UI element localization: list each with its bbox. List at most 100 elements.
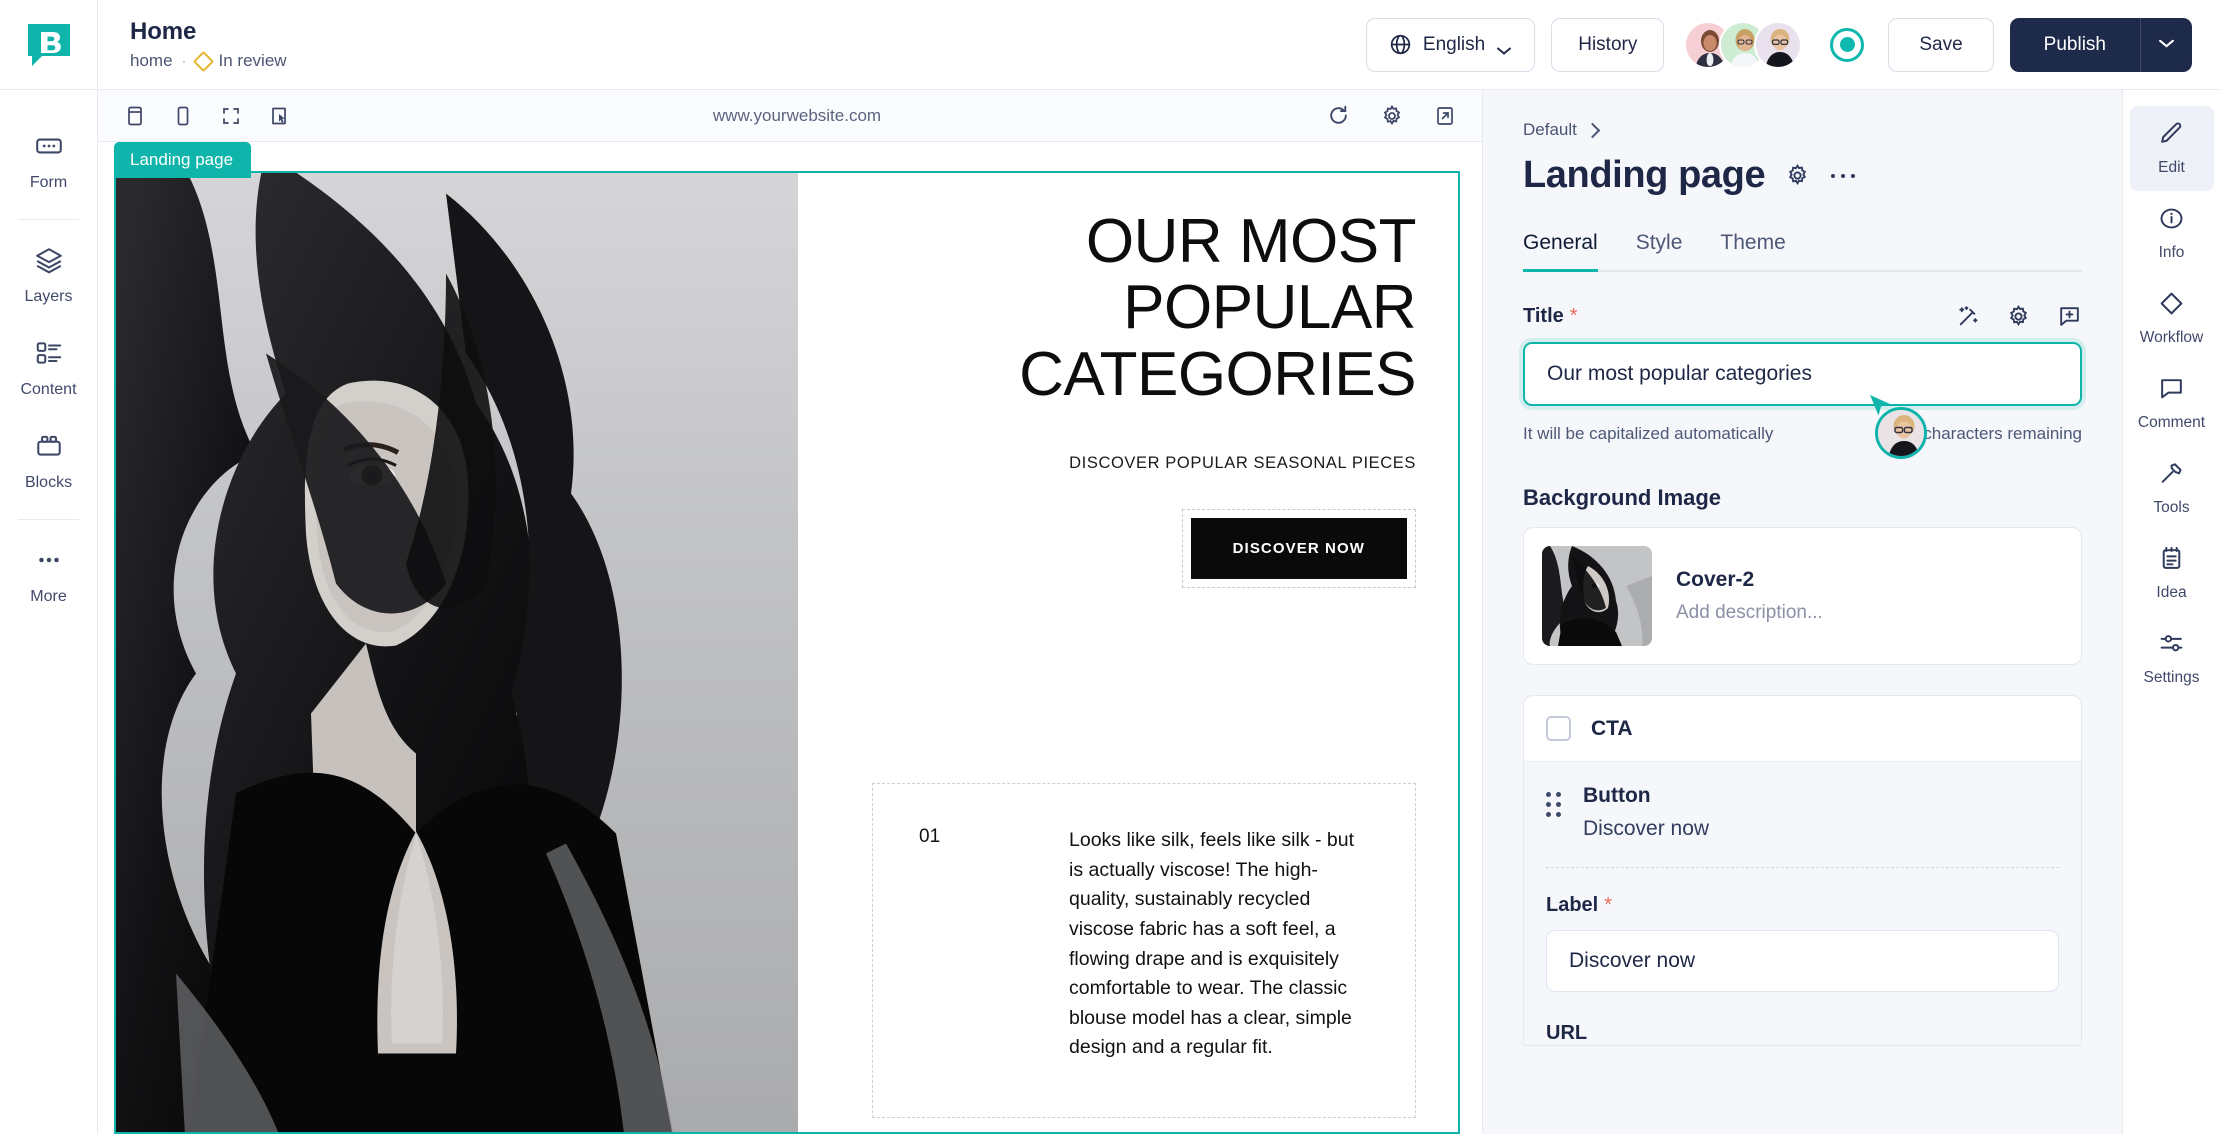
title-field-header: Title * xyxy=(1523,304,2082,329)
hero-kicker[interactable]: DISCOVER POPULAR SEASONAL PIECES xyxy=(872,454,1416,473)
title-field-icons xyxy=(1955,304,2082,329)
preview-toolbar: www.yourwebsite.com xyxy=(98,90,1482,142)
background-image-thumbnail[interactable] xyxy=(1542,546,1652,646)
rail-item-label: Comment xyxy=(2138,414,2205,432)
page-title: Home xyxy=(130,18,1366,47)
sliders-icon xyxy=(2158,630,2185,662)
selected-block-badge: Landing page xyxy=(114,142,251,178)
background-image-heading: Background Image xyxy=(1523,485,2082,511)
avatar[interactable] xyxy=(1754,21,1802,69)
cta-section-header[interactable]: CTA xyxy=(1524,696,2081,762)
form-icon xyxy=(34,131,64,166)
label-field-label: Label xyxy=(1546,894,1598,917)
save-label: Save xyxy=(1919,34,1962,56)
top-header: Home home · In review English xyxy=(0,0,2220,90)
right-tool-rail: Edit Info Workflow xyxy=(2122,90,2220,1134)
collaborator-cursor-icon xyxy=(1867,393,1895,426)
left-sidebar: Form Layers xyxy=(0,90,98,1134)
label-field-header: Label * xyxy=(1546,894,2059,917)
gear-icon[interactable] xyxy=(2006,304,2031,329)
discover-now-button[interactable]: DISCOVER NOW xyxy=(1191,518,1407,579)
hero-headline[interactable]: OUR MOST POPULAR CATEGORIES xyxy=(872,209,1416,408)
cta-checkbox[interactable] xyxy=(1546,716,1571,741)
hero-content: OUR MOST POPULAR CATEGORIES DISCOVER POP… xyxy=(798,173,1458,1134)
cta-section: CTA Button Discover now Label * Disc xyxy=(1523,695,2082,1046)
title-input[interactable]: Our most popular categories xyxy=(1523,342,2082,406)
b-speech-bubble-logo-icon xyxy=(26,22,72,68)
save-button[interactable]: Save xyxy=(1888,18,1993,72)
feature-text: Looks like silk, feels like silk - but i… xyxy=(1069,826,1369,1063)
tab-theme[interactable]: Theme xyxy=(1720,231,1785,270)
blocks-icon xyxy=(34,431,64,466)
background-image-card[interactable]: Cover-2 Add description... xyxy=(1523,527,2082,665)
language-selector[interactable]: English xyxy=(1366,18,1535,72)
rail-item-tools[interactable]: Tools xyxy=(2130,446,2214,531)
divider xyxy=(18,519,79,520)
app-window: Home home · In review English xyxy=(0,0,2220,1134)
rail-item-idea[interactable]: Idea xyxy=(2130,531,2214,616)
rail-item-settings[interactable]: Settings xyxy=(2130,616,2214,701)
background-image-meta: Cover-2 Add description... xyxy=(1676,546,1823,624)
sidebar-item-more[interactable]: More xyxy=(0,530,97,623)
cta-item-value: Discover now xyxy=(1583,817,1709,841)
feature-block[interactable]: 01 Looks like silk, feels like silk - bu… xyxy=(872,783,1416,1118)
background-image-description[interactable]: Add description... xyxy=(1676,602,1823,624)
comment-bubble-icon xyxy=(2158,375,2185,407)
info-circle-icon xyxy=(2158,205,2185,237)
cta-button-item[interactable]: Button Discover now xyxy=(1546,784,2059,868)
tab-general[interactable]: General xyxy=(1523,231,1598,270)
preview-area: www.yourwebsite.com xyxy=(98,90,1482,1134)
sidebar-item-content[interactable]: Content xyxy=(0,323,97,416)
record-dot-icon[interactable] xyxy=(1830,28,1864,62)
sidebar-item-label: Form xyxy=(30,174,67,192)
rail-item-info[interactable]: Info xyxy=(2130,191,2214,276)
gear-icon[interactable] xyxy=(1785,163,1810,188)
cta-item-name: Button xyxy=(1583,784,1709,808)
globe-icon xyxy=(1389,33,1412,56)
sidebar-item-label: Blocks xyxy=(25,474,72,492)
page-subtitle: home · In review xyxy=(130,51,1366,71)
website-canvas: Landing page xyxy=(98,142,1482,1134)
history-button[interactable]: History xyxy=(1551,18,1664,72)
sidebar-item-form[interactable]: Form xyxy=(0,116,97,209)
add-comment-icon[interactable] xyxy=(2057,304,2082,329)
rail-item-workflow[interactable]: Workflow xyxy=(2130,276,2214,361)
panel-title-row: Landing page xyxy=(1523,154,2082,197)
sidebar-item-blocks[interactable]: Blocks xyxy=(0,416,97,509)
status-badge[interactable]: In review xyxy=(196,51,287,71)
hero-photo[interactable] xyxy=(116,173,798,1134)
title-helper-left: It will be capitalized automatically xyxy=(1523,424,1773,444)
pencil-icon xyxy=(2158,120,2185,152)
cta-section-body: Button Discover now Label * Discover now… xyxy=(1524,762,2081,1045)
separator: · xyxy=(182,53,187,70)
tab-style[interactable]: Style xyxy=(1636,231,1683,270)
breadcrumb-path[interactable]: home xyxy=(130,51,173,71)
publish-dropdown-button[interactable] xyxy=(2140,18,2192,72)
panel-tabs: General Style Theme xyxy=(1523,231,2082,272)
rail-item-label: Edit xyxy=(2158,159,2185,177)
status-label: In review xyxy=(219,51,287,71)
diamond-icon xyxy=(2158,290,2185,322)
content-list-icon xyxy=(34,338,64,373)
chevron-down-icon xyxy=(2158,36,2175,54)
panel-breadcrumb[interactable]: Default xyxy=(1523,120,2082,140)
magic-wand-icon[interactable] xyxy=(1955,304,1980,329)
hero-section: OUR MOST POPULAR CATEGORIES DISCOVER POP… xyxy=(116,173,1458,1134)
panel-title: Landing page xyxy=(1523,154,1765,197)
drag-handle-icon[interactable] xyxy=(1546,792,1561,817)
preview-url[interactable]: www.yourwebsite.com xyxy=(98,106,1496,126)
rail-item-edit[interactable]: Edit xyxy=(2130,106,2214,191)
rail-item-comment[interactable]: Comment xyxy=(2130,361,2214,446)
ellipsis-icon[interactable] xyxy=(1830,172,1856,180)
rail-item-label: Workflow xyxy=(2140,329,2203,347)
collaborator-avatars[interactable] xyxy=(1684,21,1802,69)
publish-button-group: Publish xyxy=(2010,18,2192,72)
sidebar-item-layers[interactable]: Layers xyxy=(0,230,97,323)
app-logo[interactable] xyxy=(0,0,98,89)
chevron-right-icon xyxy=(1585,122,1601,138)
hero-cta-slot: DISCOVER NOW xyxy=(872,509,1416,588)
required-marker: * xyxy=(1604,894,1612,917)
publish-button[interactable]: Publish xyxy=(2010,18,2140,72)
label-input[interactable]: Discover now xyxy=(1546,930,2059,992)
chevron-down-icon xyxy=(1496,40,1512,50)
